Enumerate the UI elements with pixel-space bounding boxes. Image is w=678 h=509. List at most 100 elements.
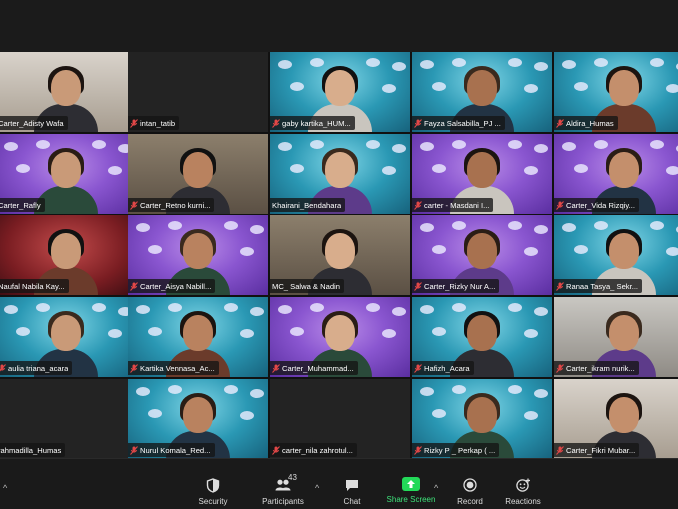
participant-tile[interactable]: intan_tatib	[128, 52, 268, 132]
participant-name-text: Nurul Komala_Red...	[140, 445, 211, 455]
participant-tile[interactable]: Ranaa Tasya_ Sekr...	[554, 215, 678, 295]
stage-light-decoration	[574, 245, 588, 254]
muted-mic-icon	[556, 200, 564, 210]
stage-light-decoration	[420, 387, 434, 396]
stage-light-decoration	[278, 142, 292, 151]
stage-light-decoration	[136, 305, 150, 314]
stage-light-decoration	[534, 144, 548, 153]
stage-light-decoration	[666, 247, 678, 256]
stage-light-decoration	[148, 327, 162, 336]
muted-mic-icon	[272, 118, 280, 128]
participant-tile[interactable]: Aldira_Humas	[554, 52, 678, 132]
muted-mic-icon	[556, 118, 564, 128]
participant-tile[interactable]: Carter_Rafly	[0, 134, 136, 214]
participant-tile[interactable]: Carter_Retno kurni...	[128, 134, 268, 214]
participant-name-text: Carter_Retno kurni...	[140, 200, 211, 210]
stage-light-decoration	[250, 225, 264, 234]
participant-tile[interactable]: Carter_Adisty Wafa	[0, 52, 136, 132]
people-icon: 43	[274, 473, 297, 493]
participants-count: 43	[288, 473, 297, 482]
stage-light-decoration	[432, 164, 446, 173]
participant-name-text: Carter_Fikri Mubar...	[566, 445, 636, 455]
participant-name-text: Carter_Adisty Wafa	[0, 118, 64, 128]
chevron-up-icon[interactable]: ^	[3, 483, 7, 493]
stage-light-decoration	[432, 82, 446, 91]
stage-light-decoration	[524, 166, 538, 175]
security-button[interactable]: Security	[183, 477, 243, 506]
participant-name-text: Hafizh_Acara	[424, 363, 470, 373]
participant-name-label: Hafizh_Acara	[412, 361, 474, 375]
participant-name-label: rahmadilla_Humas	[0, 443, 66, 457]
share-screen-button[interactable]: Share Screen	[381, 477, 441, 504]
top-bar	[0, 0, 678, 52]
share-chevron-icon[interactable]: ^	[434, 483, 438, 493]
participant-name-text: aulia triana_acara	[8, 363, 69, 373]
participant-name-text: Carter_Rafly	[0, 200, 41, 210]
participant-name-text: Carter_Rizky Nur A...	[424, 281, 496, 291]
participants-chevron-icon[interactable]: ^	[315, 483, 319, 493]
stage-light-decoration	[250, 307, 264, 316]
participant-tile[interactable]: Hafizh_Acara	[412, 297, 552, 377]
stage-light-decoration	[108, 166, 122, 175]
muted-mic-icon	[414, 363, 422, 373]
participant-name-label: Carter_Adisty Wafa	[0, 116, 68, 130]
participant-tile[interactable]: Carter_ikram nurik...	[554, 297, 678, 377]
participant-tile[interactable]: Khairani_Bendahara	[270, 134, 410, 214]
participant-name-label: Carter_Rafly	[0, 198, 45, 212]
stage-light-decoration	[534, 62, 548, 71]
participant-tile[interactable]: gaby kartika_HUM...	[270, 52, 410, 132]
participant-tile[interactable]: Fayza Salsabilla_PJ ...	[412, 52, 552, 132]
participant-name-label: MC_ Salwa & Nadin	[270, 279, 344, 293]
participant-name-text: MC_ Salwa & Nadin	[272, 281, 340, 291]
participant-tile[interactable]: Carter_Aisya Nabill...	[128, 215, 268, 295]
participant-tile[interactable]: Carter_Muhammad...	[270, 297, 410, 377]
reactions-button[interactable]: Reactions	[493, 477, 553, 506]
record-button[interactable]: Record	[440, 477, 500, 506]
stage-light-decoration	[562, 60, 576, 69]
stage-light-decoration	[4, 142, 18, 151]
participant-tile[interactable]: MC_ Salwa & Nadin	[270, 215, 410, 295]
stage-light-decoration	[524, 84, 538, 93]
participant-tile[interactable]: Carter_Vida Rizqiy...	[554, 134, 678, 214]
security-label: Security	[198, 497, 228, 506]
participant-name-text: Khairani_Bendahara	[272, 200, 342, 210]
participant-tile[interactable]: Carter_Rizky Nur A...	[412, 215, 552, 295]
participant-name-label: aulia triana_acara	[0, 361, 73, 375]
stage-light-decoration	[4, 305, 18, 314]
participant-tile[interactable]: aulia triana_acara	[0, 297, 136, 377]
stage-light-decoration	[562, 142, 576, 151]
stage-light-decoration	[524, 247, 538, 256]
participant-tile[interactable]: Kartika Vennasa_Ac...	[128, 297, 268, 377]
stage-light-decoration	[432, 409, 446, 418]
stage-light-decoration	[148, 409, 162, 418]
participant-tile[interactable]: carter_nila zahrotul...	[270, 379, 410, 459]
participant-tile[interactable]: Carter_Fikri Mubar...	[554, 379, 678, 459]
participant-tile[interactable]: Rizky P _ Perkap ( ...	[412, 379, 552, 459]
stage-light-decoration	[148, 245, 162, 254]
stage-light-decoration	[432, 327, 446, 336]
participant-name-label: Ranaa Tasya_ Sekr...	[554, 279, 643, 293]
stage-light-decoration	[420, 142, 434, 151]
participant-name-text: Fayza Salsabilla_PJ ...	[424, 118, 501, 128]
muted-mic-icon	[130, 200, 138, 210]
stage-light-decoration	[290, 82, 304, 91]
participant-tile[interactable]: Nurul Komala_Red...	[128, 379, 268, 459]
participant-tile[interactable]: Naufal Nabila Kay...	[0, 215, 136, 295]
participant-tile[interactable]: rahmadilla_Humas	[0, 379, 136, 459]
muted-mic-icon	[414, 445, 422, 455]
participant-name-text: Rizky P _ Perkap ( ...	[424, 445, 496, 455]
stage-light-decoration	[240, 329, 254, 338]
muted-mic-icon	[556, 445, 564, 455]
participant-tile[interactable]: carter - Masdani I...	[412, 134, 552, 214]
chat-label: Chat	[343, 497, 361, 506]
muted-mic-icon	[130, 281, 138, 291]
participant-name-label: gaby kartika_HUM...	[270, 116, 355, 130]
share-arrow-icon	[402, 477, 420, 491]
stage-light-decoration	[534, 389, 548, 398]
participant-name-label: Carter_Rizky Nur A...	[412, 279, 500, 293]
stage-light-decoration	[534, 225, 548, 234]
participant-name-label: Rizky P _ Perkap ( ...	[412, 443, 500, 457]
participant-name-text: gaby kartika_HUM...	[282, 118, 351, 128]
chat-button[interactable]: Chat	[322, 477, 382, 506]
participants-button[interactable]: 43 Participants	[253, 473, 313, 506]
